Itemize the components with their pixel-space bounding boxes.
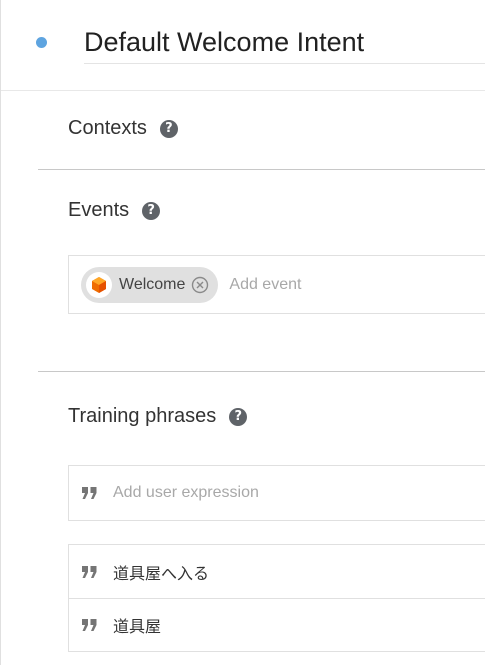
quote-icon xyxy=(81,486,98,500)
help-icon[interactable]: ? xyxy=(142,201,161,220)
contexts-section-header[interactable]: Contexts ? xyxy=(68,117,178,140)
training-phrases-list: 道具屋へ入る 道具屋 xyxy=(68,544,485,652)
divider xyxy=(1,90,485,91)
intent-title: Default Welcome Intent xyxy=(84,27,365,57)
events-title: Events xyxy=(68,199,130,221)
events-section-header[interactable]: Events ? xyxy=(68,199,161,222)
quote-icon xyxy=(81,565,98,579)
training-phrase-text[interactable]: 道具屋へ入る xyxy=(113,560,209,584)
add-expression-row[interactable] xyxy=(69,466,485,520)
training-phrases-section-header[interactable]: Training phrases ? xyxy=(68,405,248,428)
divider xyxy=(38,371,485,372)
add-event-input[interactable] xyxy=(229,275,430,294)
quote-icon xyxy=(81,618,98,632)
add-user-expression-input[interactable] xyxy=(113,484,413,502)
event-chip-label: Welcome xyxy=(119,275,186,293)
intent-editor: Default Welcome Intent Contexts ? Events… xyxy=(0,0,485,665)
status-dot xyxy=(36,37,47,48)
dialogflow-cube-icon xyxy=(86,271,112,298)
help-icon[interactable]: ? xyxy=(159,119,178,138)
contexts-title: Contexts xyxy=(68,117,147,139)
training-phrase-row[interactable]: 道具屋へ入る xyxy=(69,545,485,598)
add-expression-box xyxy=(68,465,485,521)
training-phrase-text[interactable]: 道具屋 xyxy=(113,613,161,637)
help-icon[interactable]: ? xyxy=(229,407,248,426)
training-phrases-title: Training phrases xyxy=(68,405,217,427)
training-phrase-row[interactable]: 道具屋 xyxy=(69,598,485,651)
events-field[interactable]: Welcome xyxy=(68,255,485,314)
remove-chip-icon[interactable] xyxy=(191,276,209,294)
intent-name-field[interactable]: Default Welcome Intent xyxy=(84,24,485,64)
event-chip-welcome[interactable]: Welcome xyxy=(81,266,219,303)
divider xyxy=(38,169,485,170)
